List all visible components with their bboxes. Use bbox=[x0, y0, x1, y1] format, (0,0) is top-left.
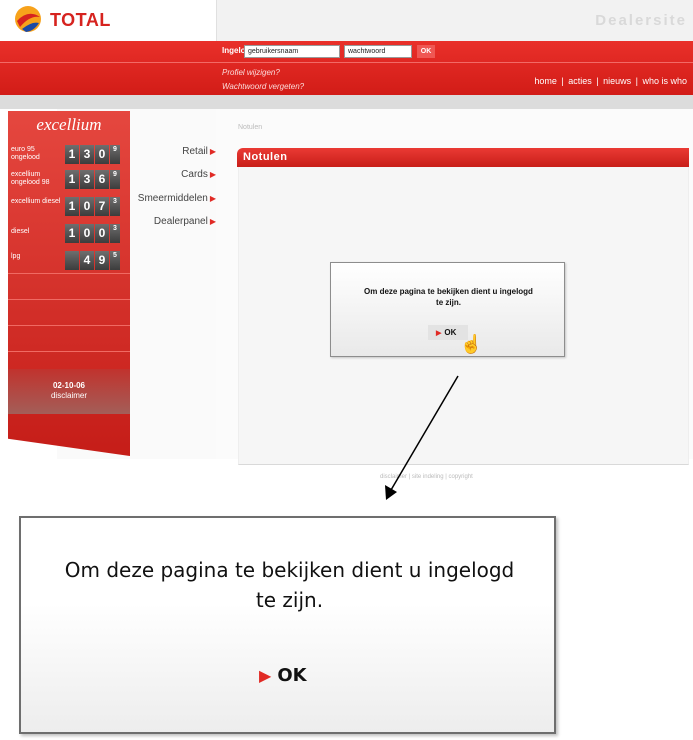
price-digit: 7 bbox=[95, 197, 109, 216]
menu-item-dealerpanel[interactable]: Dealerpanel ▶ bbox=[154, 216, 216, 227]
zoomed-dialog: Om deze pagina te bekijken dient u ingel… bbox=[19, 516, 556, 734]
forgot-password-link[interactable]: Wachtwoord vergeten? bbox=[222, 82, 304, 91]
price-row: lpg 4 9 5 bbox=[8, 249, 130, 273]
triangle-right-icon: ▶ bbox=[436, 330, 442, 337]
price-digit-sup: 9 bbox=[110, 145, 120, 164]
dialog-message-line1: Om deze pagina te bekijken dient u ingel… bbox=[364, 287, 533, 296]
panel-header: Notulen bbox=[237, 148, 689, 167]
price-digit: 1 bbox=[65, 197, 79, 216]
fuel-label: diesel bbox=[11, 228, 30, 235]
login-bar: Ingelogd als gebruikersnaam wachtwoord O… bbox=[0, 41, 693, 95]
zoomed-ok-button[interactable]: ▶ OK bbox=[259, 665, 307, 686]
total-logo-icon bbox=[15, 6, 41, 32]
price-digit: 1 bbox=[65, 145, 79, 164]
dialog-message-line2: te zijn. bbox=[436, 298, 461, 307]
menu-item-smeermiddelen[interactable]: Smeermiddelen ▶ bbox=[138, 193, 216, 204]
gray-band bbox=[0, 95, 693, 109]
top-nav: home | acties | nieuws | who is who bbox=[532, 76, 689, 86]
header-right: Dealersite bbox=[216, 0, 693, 41]
fuel-label: lpg bbox=[11, 253, 21, 260]
price-digit: 3 bbox=[80, 170, 94, 189]
triangle-right-icon: ▶ bbox=[209, 217, 216, 226]
price-digit: 4 bbox=[80, 251, 94, 270]
breadcrumb[interactable]: Notulen bbox=[238, 124, 262, 131]
price-row: excellium diesel 1 0 7 3 bbox=[8, 195, 130, 219]
menu-item-retail[interactable]: Retail ▶ bbox=[182, 146, 216, 157]
price-digit-sup: 9 bbox=[110, 170, 120, 189]
price-digit: 0 bbox=[95, 224, 109, 243]
pump-brand: excellium bbox=[36, 115, 102, 134]
price-digit-sup: 3 bbox=[110, 197, 120, 216]
price-digit: 0 bbox=[80, 224, 94, 243]
nav-who-is-who[interactable]: who is who bbox=[640, 76, 689, 86]
profile-link[interactable]: Profiel wijzigen? bbox=[222, 68, 280, 77]
menu-item-label: Retail bbox=[182, 146, 208, 157]
menu-item-cards[interactable]: Cards ▶ bbox=[181, 169, 216, 180]
price-digit: 1 bbox=[65, 170, 79, 189]
triangle-right-icon: ▶ bbox=[209, 170, 216, 179]
login-required-dialog: Om deze pagina te bekijken dient u ingel… bbox=[330, 262, 565, 357]
price-digit bbox=[65, 251, 79, 270]
hand-cursor-icon: ☝ bbox=[460, 334, 483, 354]
page: TOTAL Dealersite Ingelogd als gebruikers… bbox=[0, 0, 693, 740]
menu-item-label: Dealerpanel bbox=[153, 216, 208, 227]
password-field[interactable]: wachtwoord bbox=[344, 45, 412, 58]
price-row: diesel 1 0 0 3 bbox=[8, 222, 130, 246]
price-digit-sup: 3 bbox=[110, 224, 120, 243]
top-bar: TOTAL Dealersite bbox=[0, 0, 693, 41]
zoomed-dialog-message: Om deze pagina te bekijken dient u ingel… bbox=[21, 555, 558, 615]
price-digit: 6 bbox=[95, 170, 109, 189]
dialog-ok-label: OK bbox=[444, 328, 457, 337]
zoomed-message-line2: te zijn. bbox=[255, 588, 324, 612]
nav-acties[interactable]: acties bbox=[566, 76, 594, 86]
pump-disclaimer-link[interactable]: disclaimer bbox=[8, 391, 130, 400]
menu-item-label: Cards bbox=[181, 169, 208, 180]
site-name: Dealersite bbox=[595, 12, 687, 29]
triangle-right-icon: ▶ bbox=[259, 666, 272, 685]
menu-item-label: Smeermiddelen bbox=[137, 193, 208, 204]
triangle-right-icon: ▶ bbox=[209, 194, 216, 203]
triangle-right-icon: ▶ bbox=[209, 147, 216, 156]
fuel-label: euro 95 ongelood bbox=[11, 146, 40, 161]
price-date: 02-10-06 bbox=[52, 381, 86, 390]
price-digit: 1 bbox=[65, 224, 79, 243]
fuel-price-board: excellium euro 95 ongelood 1 3 0 9 excel… bbox=[8, 111, 130, 456]
price-digit: 0 bbox=[95, 145, 109, 164]
nav-nieuws[interactable]: nieuws bbox=[601, 76, 633, 86]
price-row: euro 95 ongelood 1 3 0 9 bbox=[8, 143, 130, 167]
zoomed-message-line1: Om deze pagina te bekijken dient u ingel… bbox=[64, 558, 515, 582]
login-ok-button[interactable]: OK bbox=[417, 45, 435, 58]
footer-links[interactable]: disclaimer | site indeling | copyright bbox=[380, 474, 473, 480]
price-digit: 9 bbox=[95, 251, 109, 270]
username-field[interactable]: gebruikersnaam bbox=[244, 45, 340, 58]
price-digit: 3 bbox=[80, 145, 94, 164]
logo-text: TOTAL bbox=[50, 10, 111, 30]
price-row: excellium ongelood 98 1 3 6 9 bbox=[8, 168, 130, 192]
login-bar-divider bbox=[0, 62, 693, 63]
price-digit-sup: 5 bbox=[110, 251, 120, 270]
fuel-label: excellium ongelood 98 bbox=[11, 171, 50, 186]
fuel-label: excellium diesel bbox=[11, 198, 61, 205]
nav-home[interactable]: home bbox=[532, 76, 559, 86]
panel-title: Notulen bbox=[243, 151, 288, 163]
zoomed-ok-label: OK bbox=[277, 665, 307, 686]
price-digit: 0 bbox=[80, 197, 94, 216]
dialog-message: Om deze pagina te bekijken dient u ingel… bbox=[331, 286, 566, 308]
